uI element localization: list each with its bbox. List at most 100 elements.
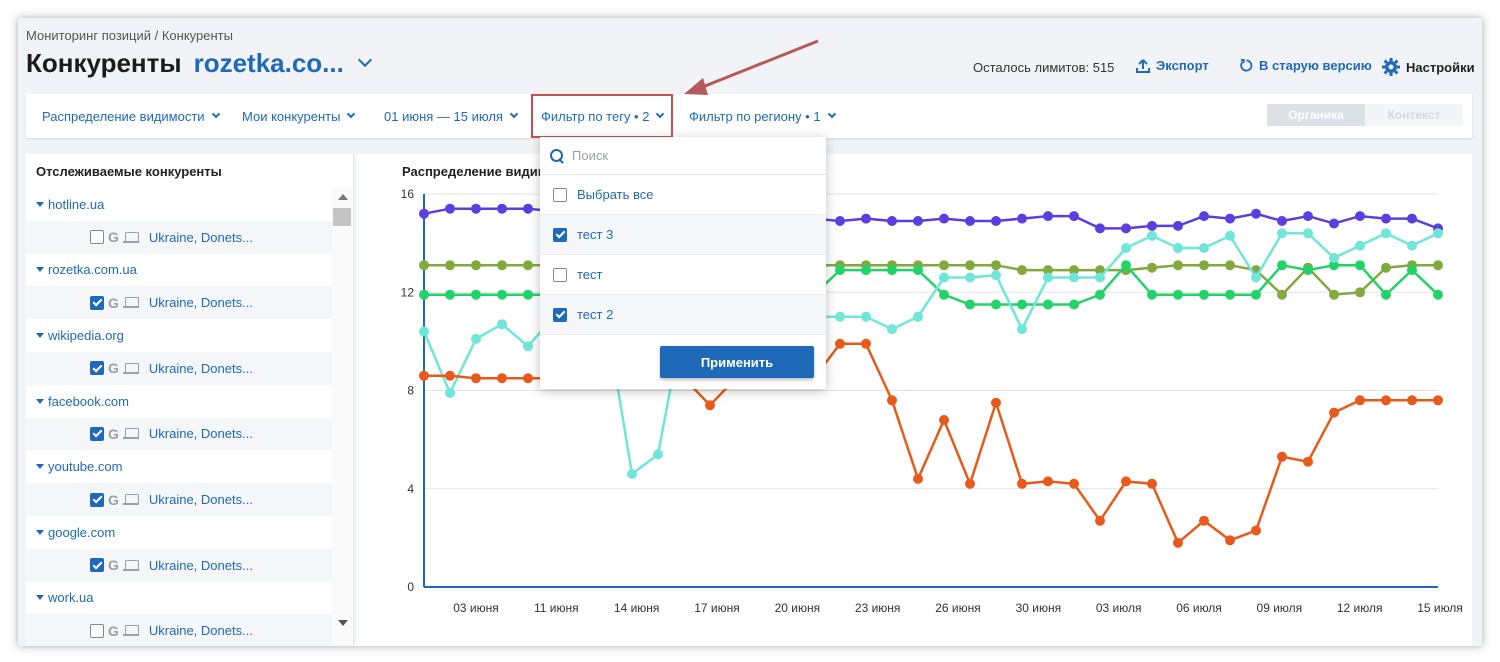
data-point <box>497 203 507 214</box>
data-point <box>1147 262 1157 273</box>
tag-checkbox[interactable] <box>553 227 567 242</box>
region-label[interactable]: Ukraine, Donets... <box>149 426 253 441</box>
data-point <box>991 216 1001 226</box>
competitor-domain[interactable]: google.com <box>26 516 332 549</box>
region-filter-dropdown[interactable]: Фильтр по региону • 1 <box>689 94 836 138</box>
data-point <box>1017 265 1027 276</box>
competitor-checkbox[interactable] <box>90 558 104 573</box>
data-point <box>1225 289 1235 300</box>
data-point <box>1277 451 1287 462</box>
tag-filter-menu: Выбрать все тест 3 тест тест 2 Применить <box>540 137 826 389</box>
x-tick-label: 06 июля <box>1176 601 1222 615</box>
data-point <box>1407 213 1417 224</box>
scrollbar[interactable] <box>332 188 352 646</box>
competitor-checkbox[interactable] <box>90 492 104 507</box>
project-domain[interactable]: rozetka.co... <box>194 48 344 79</box>
region-label[interactable]: Ukraine, Donets... <box>149 558 253 573</box>
chevron-down-icon[interactable] <box>357 52 372 67</box>
data-point <box>939 260 949 271</box>
apply-button[interactable]: Применить <box>660 346 814 378</box>
data-point <box>523 260 533 271</box>
data-point <box>1381 213 1391 224</box>
tag-option[interactable]: тест 3 <box>540 215 826 255</box>
visibility-dropdown[interactable]: Распределение видимости <box>42 94 220 138</box>
scroll-down-icon[interactable] <box>338 620 348 626</box>
tag-option[interactable]: тест <box>540 255 826 295</box>
laptop-icon <box>122 297 139 309</box>
data-point <box>1251 525 1261 536</box>
breadcrumb[interactable]: Мониторинг позиций / Конкуренты <box>26 28 233 43</box>
data-point <box>1173 289 1183 300</box>
data-point <box>965 478 975 489</box>
data-point <box>1173 537 1183 548</box>
data-point <box>835 216 845 226</box>
tag-search-input[interactable] <box>572 148 792 163</box>
competitor-checkbox[interactable] <box>90 230 104 245</box>
data-point <box>1407 395 1417 406</box>
data-point <box>1199 243 1209 253</box>
date-range-dropdown[interactable]: 01 июня — 15 июля <box>384 94 519 138</box>
data-point <box>887 395 897 406</box>
tag-checkbox[interactable] <box>553 267 567 282</box>
region-label[interactable]: Ukraine, Donets... <box>149 361 253 376</box>
competitor-checkbox[interactable] <box>90 295 104 310</box>
data-point <box>1095 515 1105 526</box>
data-point <box>1199 211 1209 222</box>
organic-toggle[interactable]: Органика <box>1267 104 1365 126</box>
data-point <box>1303 211 1313 222</box>
competitor-domain[interactable]: work.ua <box>26 582 332 615</box>
context-toggle[interactable]: Контекст <box>1365 104 1463 126</box>
competitor-domain[interactable]: youtube.com <box>26 450 332 483</box>
chevron-down-icon <box>347 109 356 119</box>
region-label[interactable]: Ukraine, Donets... <box>149 230 253 245</box>
data-point <box>991 397 1001 408</box>
scroll-thumb[interactable] <box>333 208 351 226</box>
data-point <box>1017 324 1027 335</box>
competitor-checkbox[interactable] <box>90 361 104 376</box>
data-point <box>1277 216 1287 226</box>
tag-checkbox[interactable] <box>553 187 567 202</box>
data-point <box>913 216 923 226</box>
data-point <box>1199 289 1209 300</box>
laptop-icon <box>122 494 139 506</box>
export-button[interactable]: Экспорт <box>1136 58 1209 73</box>
old-version-button[interactable]: В старую версию <box>1240 58 1372 73</box>
google-icon: G <box>108 557 119 574</box>
data-point <box>1043 476 1053 487</box>
data-point <box>991 270 1001 281</box>
competitor-engine-row: G Ukraine, Donets... <box>26 483 332 516</box>
data-point <box>887 324 897 335</box>
competitor-domain[interactable]: facebook.com <box>26 385 332 418</box>
tag-checkbox[interactable] <box>553 307 567 322</box>
data-point <box>1381 289 1391 300</box>
tag-option[interactable]: тест 2 <box>540 295 826 335</box>
scroll-up-icon[interactable] <box>338 194 348 200</box>
data-point <box>471 373 481 384</box>
competitor-checkbox[interactable] <box>90 426 104 441</box>
region-label[interactable]: Ukraine, Donets... <box>149 623 253 638</box>
data-point <box>1173 260 1183 271</box>
visibility-label: Распределение видимости <box>42 108 205 124</box>
data-point <box>1329 218 1339 229</box>
settings-button[interactable]: Настройки <box>1382 58 1475 76</box>
tag-option-label: тест <box>577 267 603 282</box>
competitor-domain[interactable]: wikipedia.org <box>26 319 332 352</box>
data-point <box>419 260 429 271</box>
tag-filter-dropdown[interactable]: Фильтр по тегу • 2 <box>531 94 674 138</box>
competitor-checkbox[interactable] <box>90 623 104 638</box>
competitor-domain[interactable]: rozetka.com.ua <box>26 254 332 287</box>
data-point <box>1355 395 1365 406</box>
y-tick-label: 0 <box>407 580 414 594</box>
competitor-domain[interactable]: hotline.ua <box>26 188 332 221</box>
region-label[interactable]: Ukraine, Donets... <box>149 492 253 507</box>
region-label[interactable]: Ukraine, Donets... <box>149 295 253 310</box>
data-point <box>1121 243 1131 253</box>
data-point <box>1043 272 1053 283</box>
competitors-dropdown[interactable]: Мои конкуренты <box>242 94 356 138</box>
data-point <box>965 299 975 310</box>
data-point <box>1069 478 1079 489</box>
tag-option[interactable]: Выбрать все <box>540 175 826 215</box>
limits-counter: Осталось лимитов: 515 <box>973 60 1115 75</box>
x-tick-label: 20 июня <box>775 601 821 615</box>
data-point <box>1407 240 1417 251</box>
